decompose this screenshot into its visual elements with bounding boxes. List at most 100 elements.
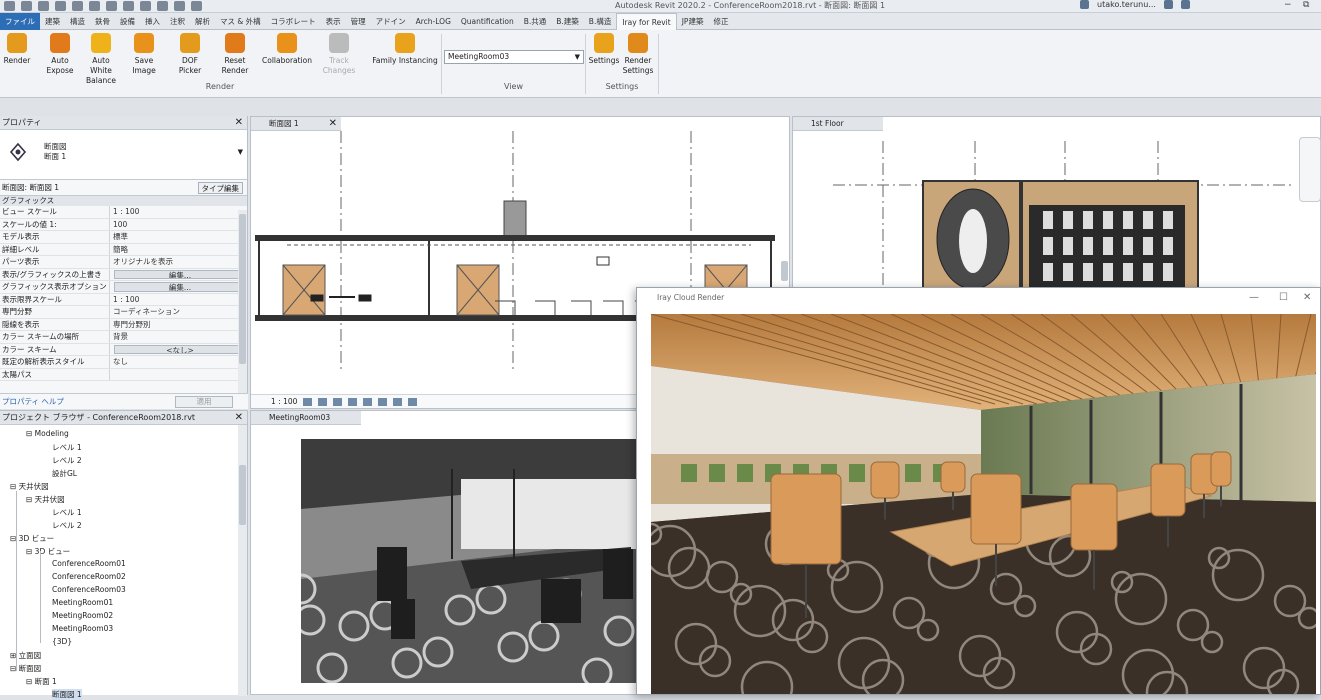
- tab-18[interactable]: Iray for Revit: [616, 12, 677, 30]
- type-selector[interactable]: 断面図 断面 1 ▼: [0, 130, 247, 180]
- print-icon[interactable]: [72, 1, 83, 11]
- property-value[interactable]: [110, 369, 247, 381]
- measure-icon[interactable]: [89, 1, 100, 11]
- tree-item[interactable]: ⊟ 天井伏図: [26, 494, 65, 505]
- text-icon[interactable]: [106, 1, 117, 11]
- tab-20[interactable]: 修正: [708, 13, 733, 30]
- reveal-hidden-icon[interactable]: [407, 398, 417, 406]
- close-hidden-icon[interactable]: [174, 1, 185, 11]
- tree-item[interactable]: レベル 2: [52, 455, 82, 466]
- close-icon[interactable]: ✕: [329, 117, 337, 131]
- property-value[interactable]: 1 : 100: [110, 294, 247, 306]
- scrollbar-thumb[interactable]: [239, 214, 246, 364]
- view-scale[interactable]: 1 : 100: [271, 397, 297, 406]
- tab-section-view[interactable]: 断面図 1 ✕: [251, 117, 341, 131]
- navigation-bar[interactable]: [1299, 137, 1321, 202]
- ribbon-button-save-image[interactable]: Save Image: [122, 33, 166, 76]
- ribbon-button-auto-expose[interactable]: Auto Expose: [40, 33, 80, 76]
- tab-10[interactable]: 表示: [321, 13, 346, 30]
- tree-item[interactable]: ⊞ 立面図: [10, 650, 41, 661]
- tree-item[interactable]: MeetingRoom01: [52, 598, 113, 607]
- close-icon[interactable]: ✕: [235, 116, 243, 130]
- tree-item[interactable]: MeetingRoom02: [52, 611, 113, 620]
- properties-scrollbar[interactable]: [238, 210, 247, 394]
- restore-button[interactable]: ⧉: [1303, 0, 1309, 10]
- tab-16[interactable]: B.建築: [551, 13, 584, 30]
- tree-item[interactable]: レベル 1: [52, 507, 82, 518]
- tree-item[interactable]: {3D}: [52, 637, 72, 646]
- tab-3[interactable]: 鉄骨: [90, 13, 115, 30]
- property-value[interactable]: 標準: [110, 231, 247, 243]
- tree-item[interactable]: ⊟ 断面 1: [26, 676, 57, 687]
- tab-9[interactable]: コラボレート: [266, 13, 321, 30]
- tab-15[interactable]: B.共通: [519, 13, 552, 30]
- floor-plan-window[interactable]: 1st Floor: [792, 116, 1321, 297]
- tree-item[interactable]: MeetingRoom03: [52, 624, 113, 633]
- edit-type-button[interactable]: タイプ編集: [197, 182, 243, 194]
- tree-item[interactable]: ⊟ 断面図: [10, 663, 41, 674]
- tab-floor-plan[interactable]: 1st Floor: [793, 117, 883, 131]
- tab-14[interactable]: Quantification: [456, 13, 519, 30]
- scrollbar-thumb[interactable]: [239, 465, 246, 525]
- open-icon[interactable]: [4, 1, 15, 11]
- tab-1[interactable]: 建築: [40, 13, 65, 30]
- tab-13[interactable]: Arch-LOG: [411, 13, 456, 30]
- tab-8[interactable]: マス & 外構: [215, 13, 266, 30]
- browser-scrollbar[interactable]: [238, 425, 247, 696]
- tree-item[interactable]: ConferenceRoom03: [52, 585, 126, 594]
- close-icon[interactable]: ✕: [1303, 288, 1311, 308]
- tree-item[interactable]: ⊟ 3D ビュー: [26, 546, 70, 557]
- tree-item[interactable]: レベル 2: [52, 520, 82, 531]
- property-edit-button[interactable]: 編集...: [114, 269, 243, 279]
- category-graphics[interactable]: グラフィックス: [0, 196, 247, 206]
- property-value[interactable]: コーディネーション: [110, 306, 247, 318]
- tab-0[interactable]: ファイル: [0, 12, 40, 30]
- ribbon-button-reset-render[interactable]: Reset Render: [212, 33, 258, 76]
- tab-7[interactable]: 解析: [190, 13, 215, 30]
- property-value[interactable]: オリジナルを表示: [110, 256, 247, 268]
- property-edit-button[interactable]: 編集...: [114, 282, 243, 292]
- tab-19[interactable]: JP建築: [677, 13, 709, 30]
- thin-lines-icon[interactable]: [157, 1, 168, 11]
- ribbon-button-collaboration[interactable]: Collaboration: [262, 33, 312, 66]
- property-value[interactable]: 背景: [110, 331, 247, 343]
- view-select-dropdown[interactable]: MeetingRoom03 ▼: [444, 50, 584, 64]
- user-icon[interactable]: [1080, 0, 1089, 9]
- detail-level-icon[interactable]: [302, 398, 312, 406]
- crop-icon[interactable]: [362, 398, 372, 406]
- minimize-icon[interactable]: —: [1249, 288, 1259, 308]
- user-name[interactable]: utako.terunu...: [1097, 0, 1156, 9]
- tab-12[interactable]: アドイン: [371, 13, 411, 30]
- tree-item[interactable]: ConferenceRoom01: [52, 559, 126, 568]
- property-value[interactable]: 専門分野別: [110, 319, 247, 331]
- tab-4[interactable]: 設備: [115, 13, 140, 30]
- tab-meeting-room[interactable]: MeetingRoom03: [251, 411, 361, 425]
- ribbon-button-family-instancing[interactable]: Family Instancing: [372, 33, 438, 66]
- redo-icon[interactable]: [55, 1, 66, 11]
- property-value[interactable]: 1 : 100: [110, 206, 247, 218]
- ribbon-button-render[interactable]: Render: [0, 33, 34, 66]
- property-edit-button[interactable]: <なし>: [114, 344, 243, 354]
- tab-2[interactable]: 構造: [65, 13, 90, 30]
- tab-5[interactable]: 挿入: [140, 13, 165, 30]
- save-icon[interactable]: [21, 1, 32, 11]
- tab-6[interactable]: 注釈: [165, 13, 190, 30]
- tree-item[interactable]: レベル 1: [52, 442, 82, 453]
- 3d-view-icon[interactable]: [123, 1, 134, 11]
- sun-path-icon[interactable]: [332, 398, 342, 406]
- section-icon[interactable]: [140, 1, 151, 11]
- cart-icon[interactable]: [1163, 0, 1173, 9]
- instance-selector[interactable]: 断面図: 断面図 1 タイプ編集: [0, 180, 247, 196]
- tab-17[interactable]: B.構造: [584, 13, 617, 30]
- tab-11[interactable]: 管理: [346, 13, 371, 30]
- property-value[interactable]: なし: [110, 356, 247, 368]
- properties-help-link[interactable]: プロパティ ヘルプ: [2, 397, 64, 406]
- ribbon-button-track-changes[interactable]: Track Changes: [314, 33, 364, 76]
- apply-button[interactable]: 適用: [175, 396, 233, 408]
- undo-icon[interactable]: [38, 1, 49, 11]
- property-value[interactable]: 簡略: [110, 244, 247, 256]
- property-value[interactable]: 100: [110, 219, 247, 231]
- ribbon-button-dof-picker[interactable]: DOF Picker: [170, 33, 210, 76]
- ribbon-button-auto-white-balance[interactable]: Auto White Balance: [82, 33, 120, 86]
- maximize-icon[interactable]: ☐: [1279, 288, 1288, 308]
